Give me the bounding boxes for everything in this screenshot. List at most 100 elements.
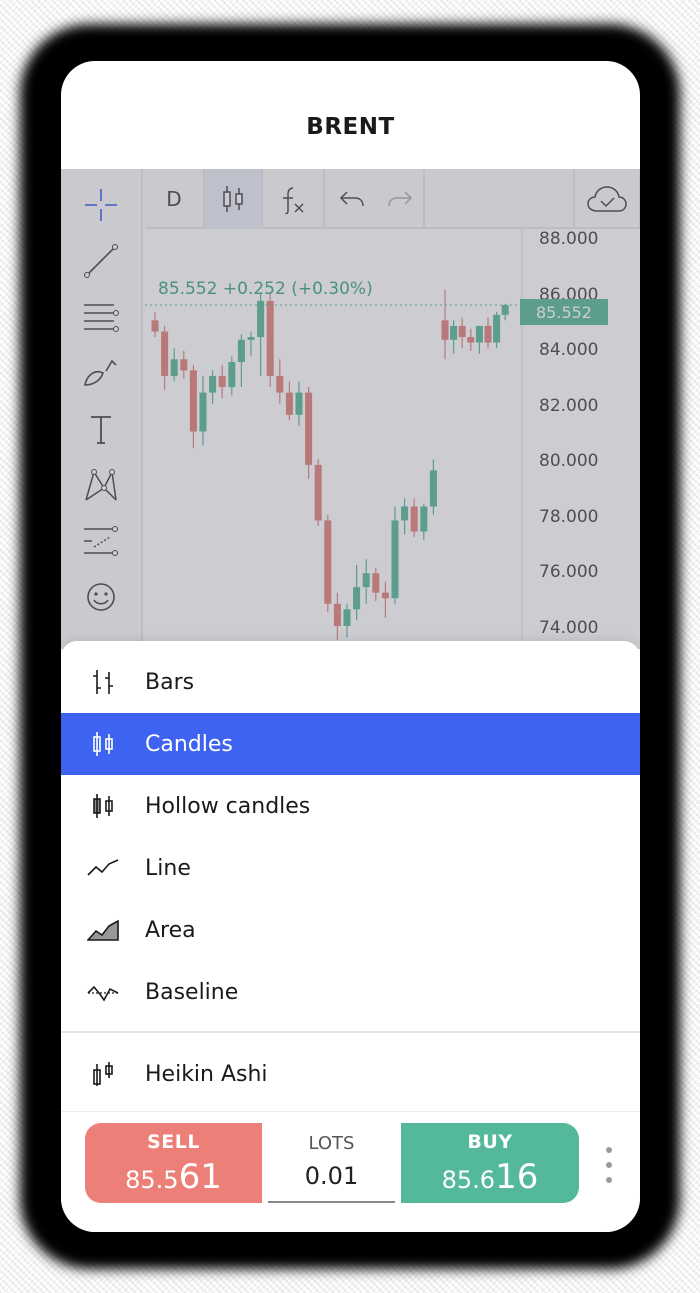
more-options-icon[interactable] <box>601 1147 617 1183</box>
sell-price-small: 85.5 <box>125 1166 179 1194</box>
price-tick: 80.000 <box>539 451 599 471</box>
menu-item-label: Heikin Ashi <box>145 1061 268 1087</box>
brush-icon[interactable] <box>81 353 121 393</box>
candles-icon[interactable] <box>205 169 263 229</box>
prediction-icon[interactable] <box>81 521 121 561</box>
price-tick: 84.000 <box>539 340 599 360</box>
sell-button[interactable]: SELL 85.561 <box>85 1123 262 1203</box>
toolbar-divider <box>639 169 640 229</box>
candle-body <box>276 375 284 393</box>
menu-item-heikin-ashi[interactable]: Heikin Ashi <box>61 1043 640 1105</box>
candle-body <box>391 520 399 599</box>
candle-body <box>199 392 207 432</box>
menu-divider <box>61 1031 640 1033</box>
trade-bar: SELL 85.561 LOTS 0.01 BUY 85.616 <box>61 1111 640 1232</box>
candle-body <box>450 325 458 340</box>
chart-type-menu: Bars Candles Hollow candles Line Area Ba… <box>61 641 640 1111</box>
candle-body <box>237 339 245 363</box>
price-tick: 78.000 <box>539 507 599 527</box>
line-icon <box>81 853 125 883</box>
candle-body <box>324 520 332 604</box>
candle-body <box>381 592 389 599</box>
candle-body <box>257 300 265 338</box>
candle-body <box>343 609 351 626</box>
menu-item-candles[interactable]: Candles <box>61 713 640 775</box>
crosshair-icon[interactable] <box>81 185 121 225</box>
candle-body <box>228 362 236 388</box>
trend-line-icon[interactable] <box>81 241 121 281</box>
candle-body <box>467 337 475 343</box>
menu-item-hollow-candles[interactable]: Hollow candles <box>61 775 640 837</box>
candle-body <box>420 506 428 532</box>
lots-field[interactable]: LOTS 0.01 <box>268 1123 395 1203</box>
candle-body <box>314 464 322 521</box>
baseline-icon <box>81 977 125 1007</box>
candle-body <box>353 587 361 610</box>
menu-item-label: Area <box>145 917 196 943</box>
candle-body <box>362 573 370 588</box>
candle-body <box>501 305 509 315</box>
undo-icon[interactable] <box>327 169 377 229</box>
menu-item-baseline[interactable]: Baseline <box>61 961 640 1023</box>
text-icon[interactable] <box>81 409 121 449</box>
fx-icon[interactable] <box>263 169 325 229</box>
menu-item-line[interactable]: Line <box>61 837 640 899</box>
current-price-tag: 85.552 <box>520 299 608 325</box>
candle-body <box>189 370 197 432</box>
hollow-candles-icon <box>81 791 125 821</box>
candle-body <box>475 325 483 343</box>
candle-body <box>295 392 303 415</box>
chart-toolbar: D <box>145 169 640 229</box>
candle-body <box>218 375 226 388</box>
candle-body <box>151 320 159 332</box>
candle-body <box>372 573 380 593</box>
interval-label: D <box>166 187 182 211</box>
chart-area[interactable]: D 85.552 +0.252 (+0.30%) 88.000 86.000 8… <box>61 169 640 689</box>
area-icon <box>81 915 125 945</box>
redo-icon[interactable] <box>377 169 425 229</box>
candle-body <box>484 325 492 343</box>
price-axis: 88.000 86.000 84.000 82.000 80.000 78.00… <box>521 229 640 689</box>
candle-body <box>209 375 217 393</box>
sell-label: SELL <box>147 1131 200 1153</box>
pattern-icon[interactable] <box>81 465 121 505</box>
menu-item-label: Line <box>145 855 191 881</box>
buy-price-small: 85.6 <box>441 1166 496 1194</box>
candle-body <box>458 325 466 338</box>
lots-value: 0.01 <box>304 1162 359 1190</box>
candle-body <box>493 314 501 343</box>
menu-item-area[interactable]: Area <box>61 899 640 961</box>
candle-body <box>161 331 169 376</box>
buy-button[interactable]: BUY 85.616 <box>401 1123 579 1203</box>
candle-body <box>429 470 437 507</box>
sell-price: 85.561 <box>85 1157 262 1197</box>
phone-screen: BRENT D 85.552 +0.252 (+0.30%) 88.000 86… <box>61 61 640 1232</box>
symbol-title: BRENT <box>306 114 395 140</box>
price-tick: 74.000 <box>539 618 599 638</box>
candle-body <box>170 359 178 376</box>
buy-label: BUY <box>467 1131 513 1153</box>
emoji-icon[interactable] <box>81 577 121 617</box>
candle-body <box>266 300 274 376</box>
buy-price-big: 16 <box>495 1157 539 1197</box>
drawing-toolbar <box>61 169 143 689</box>
candle-body <box>247 337 255 340</box>
candle-body <box>410 506 418 532</box>
menu-item-bars[interactable]: Bars <box>61 651 640 713</box>
candle-body <box>333 603 341 626</box>
candle-body <box>305 392 313 465</box>
cloud-check-icon[interactable] <box>581 169 633 229</box>
heikin-ashi-icon <box>81 1059 125 1089</box>
price-tick: 82.000 <box>539 396 599 416</box>
price-tick: 76.000 <box>539 562 599 582</box>
price-legend: 85.552 +0.252 (+0.30%) <box>158 279 373 299</box>
toolbar-divider <box>573 169 575 229</box>
candle-body <box>401 506 409 521</box>
interval-button[interactable]: D <box>145 169 205 229</box>
sell-price-big: 61 <box>178 1157 222 1197</box>
buy-price: 85.616 <box>401 1157 579 1197</box>
candles-icon <box>81 729 125 759</box>
fib-icon[interactable] <box>81 297 121 337</box>
menu-item-label: Candles <box>145 731 233 757</box>
menu-item-label: Hollow candles <box>145 793 311 819</box>
